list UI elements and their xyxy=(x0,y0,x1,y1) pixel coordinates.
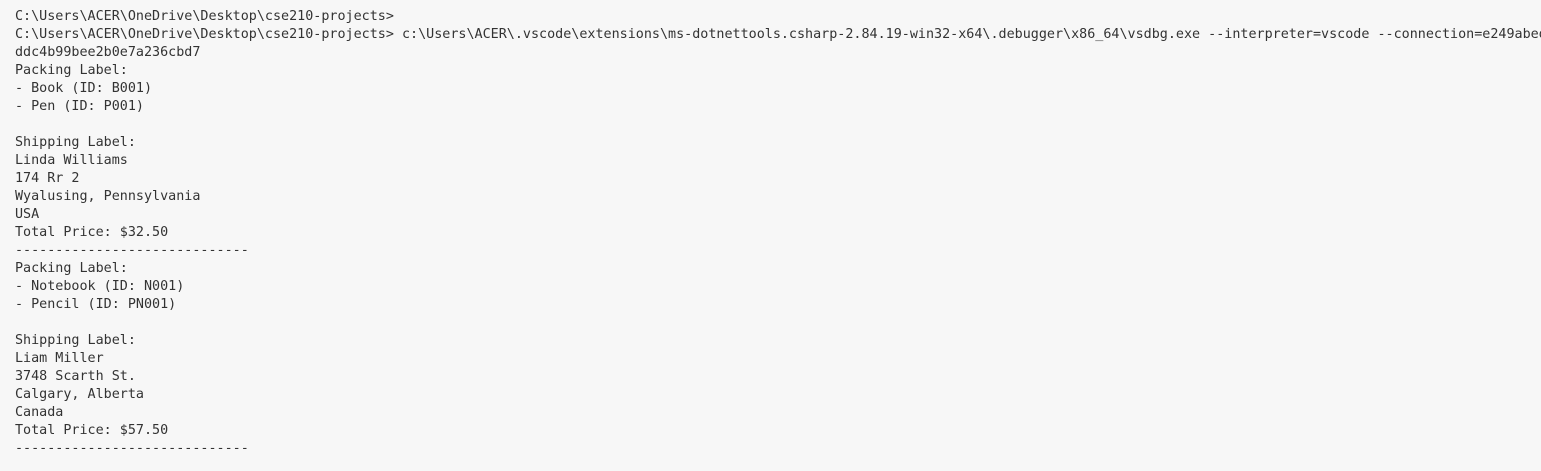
packing-item: - Pen (ID: P001) xyxy=(15,99,144,114)
shipping-label-heading: Shipping Label: xyxy=(15,333,136,348)
separator-line: ----------------------------- xyxy=(15,441,249,456)
terminal-line-command-wrap: ddc4b99bee2b0e7a236cbd7 xyxy=(15,45,201,60)
packing-item: - Pencil (ID: PN001) xyxy=(15,297,177,312)
terminal-line-prompt: C:\Users\ACER\OneDrive\Desktop\cse210-pr… xyxy=(15,9,394,24)
shipping-name: Liam Miller xyxy=(15,351,104,366)
shipping-country: USA xyxy=(15,207,40,222)
shipping-country: Canada xyxy=(15,405,64,420)
terminal-output[interactable]: C:\Users\ACER\OneDrive\Desktop\cse210-pr… xyxy=(0,0,1541,471)
packing-label-heading: Packing Label: xyxy=(15,63,128,78)
packing-item: - Book (ID: B001) xyxy=(15,81,153,96)
terminal-line-command: C:\Users\ACER\OneDrive\Desktop\cse210-pr… xyxy=(15,27,1541,42)
shipping-city-state: Wyalusing, Pennsylvania xyxy=(15,189,201,204)
shipping-name: Linda Williams xyxy=(15,153,128,168)
total-price: Total Price: $57.50 xyxy=(15,423,169,438)
shipping-label-heading: Shipping Label: xyxy=(15,135,136,150)
total-price: Total Price: $32.50 xyxy=(15,225,169,240)
packing-item: - Notebook (ID: N001) xyxy=(15,279,185,294)
shipping-street: 174 Rr 2 xyxy=(15,171,80,186)
shipping-city-state: Calgary, Alberta xyxy=(15,387,144,402)
shipping-street: 3748 Scarth St. xyxy=(15,369,136,384)
separator-line: ----------------------------- xyxy=(15,243,249,258)
packing-label-heading: Packing Label: xyxy=(15,261,128,276)
